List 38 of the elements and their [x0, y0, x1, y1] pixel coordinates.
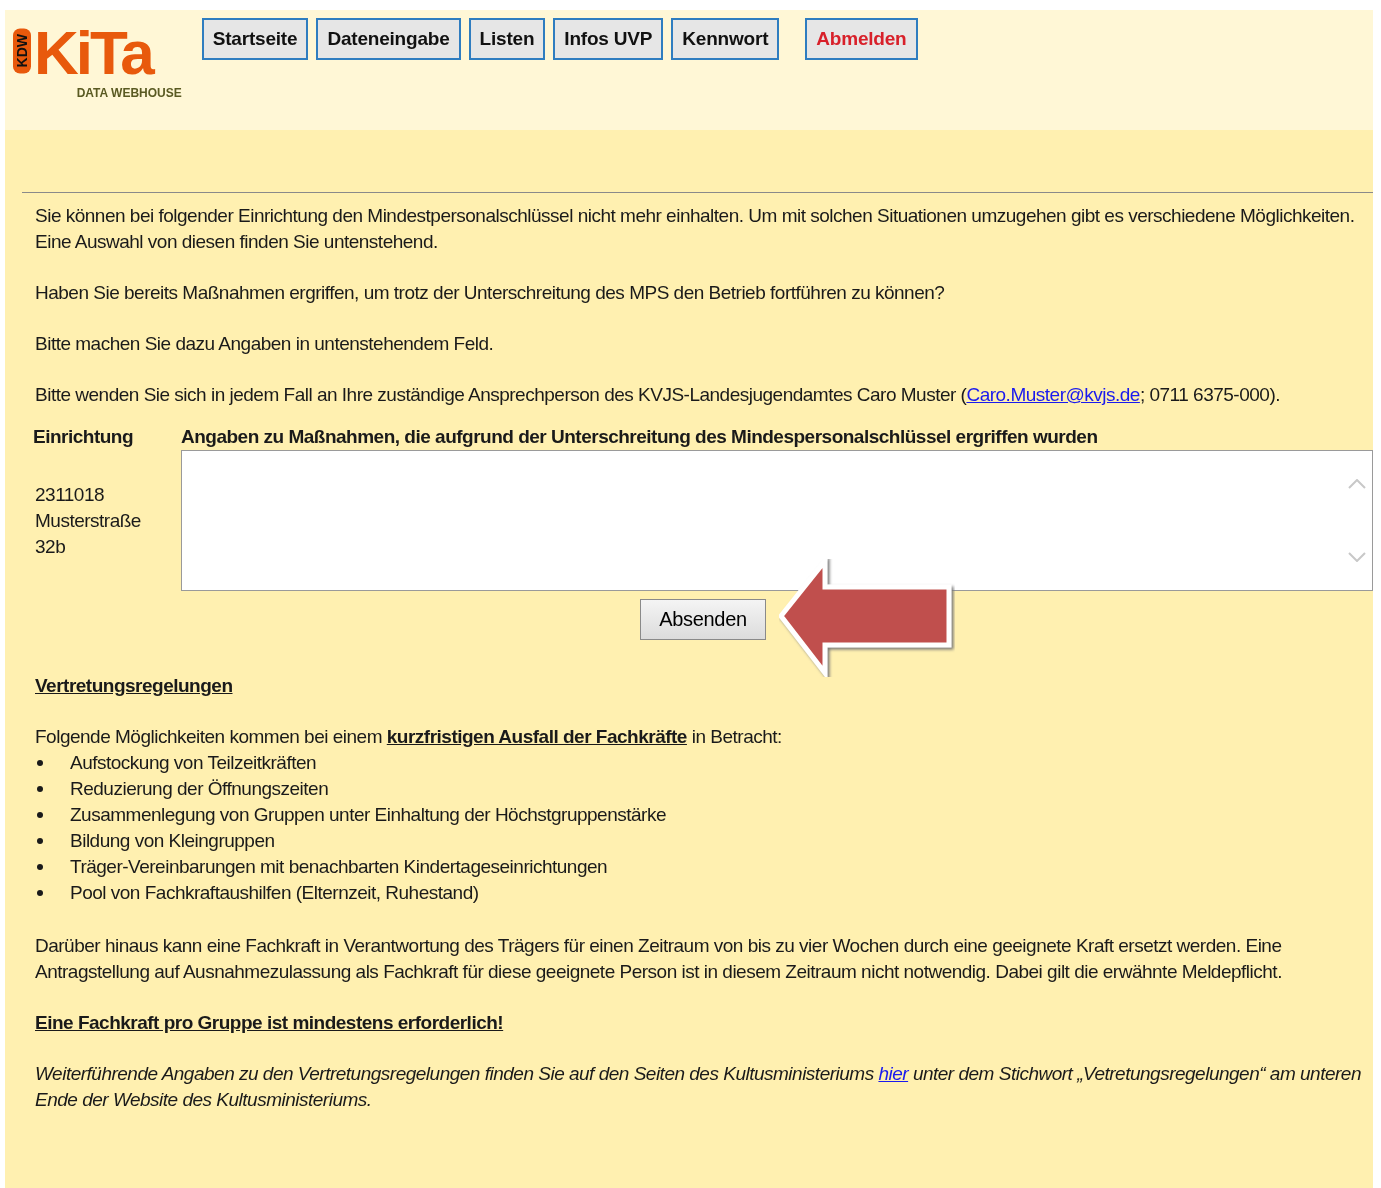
paragraph: Bitte machen Sie dazu Angaben in untenstehendem Feld. [35, 332, 495, 356]
facility-text: 2311018 [35, 482, 106, 507]
contact-paragraph: Bitte wenden Sie sich in jedem Fall an Ihre zuständige Ansprechperson des KVJS-Landesjugendamtes Caro Muster (Caro.Muster@kvjs.de; 0711 6375-000). [35, 383, 1281, 407]
paragraph: Haben Sie bereits Maßnahmen ergriffen, um trotz der Unterschreitung des MPS den Betrieb fortführen zu können? [35, 281, 946, 305]
nav-button[interactable]: Kennwort [671, 18, 780, 60]
email-link[interactable]: Caro.Muster@kvjs.de [966, 384, 1140, 405]
list-item-text: Reduzierung der Öffnungszeiten [70, 777, 329, 801]
note-paragraph: Weiterführende Angaben zu den Vertretungsregelungen finden Sie auf den Seiten des Kultusministeriums hier unter dem Stichwort „Vetretungsregelungen“ am unteren Ende der Website des Kultusministeriums. [35, 1062, 1362, 1112]
list-item-text: Aufstockung von Teilzeitkräften [70, 751, 317, 775]
logo-name: KiTa [34, 20, 152, 86]
bullet-icon [37, 864, 43, 870]
column-header: Angaben zu Maßnahmen, die aufgrund der Unterschreitung des Mindespersonalschlüssel ergriffen wurden [181, 425, 1099, 449]
logout-button[interactable]: Abmelden [805, 18, 918, 60]
paragraph: Darüber hinaus kann eine Fachkraft in Verantwortung des Trägers für einen Zeitraum von bis zu vier Wochen durch eine geeignete Kraft ersetzt werden. Eine Antragstellung auf Ausnahmezulassung als Fachkraft für diese geeignete Person ist in diesem Zeitraum nicht notwendig. Dabei gilt die erwähnte Meldepflicht. [35, 934, 1283, 984]
notice-text: Eine Fachkraft pro Gruppe ist mindestens erforderlich! [35, 1011, 505, 1035]
bullet-icon [37, 786, 43, 792]
list-item-text: Bildung von Kleingruppen [70, 829, 275, 853]
facility-text: 32b [35, 534, 67, 559]
nav-button[interactable]: Startseite [201, 18, 309, 60]
bullet-icon [37, 760, 43, 766]
paragraph: Sie können bei folgender Einrichtung den Mindestpersonalschlüssel nicht mehr einhalten. Um mit solchen Situationen umzugehen gibt es verschiedene Möglichkeiten. Eine Auswahl von diesen finden Sie untenstehend. [35, 204, 1356, 254]
bullet-icon [37, 838, 43, 844]
nav-button[interactable]: Dateneingabe [316, 18, 461, 60]
list-item-text: Pool von Fachkraftaushilfen (Elternzeit, Ruhestand) [70, 881, 479, 905]
nav-button[interactable]: Listen [468, 18, 546, 60]
lead-text: Folgende Möglichkeiten kommen bei einem kurzfristigen Ausfall der Fachkräfte in Betracht: [35, 725, 783, 749]
logo-tagline: DATA WEBHOUSE [76, 86, 182, 100]
submit-button[interactable]: Absenden [640, 599, 766, 640]
column-header: Einrichtung [33, 425, 135, 449]
section-heading: Vertretungsregelungen [35, 674, 234, 698]
nav-button[interactable]: Infos UVP [553, 18, 664, 60]
list-item-text: Zusammenlegung von Gruppen unter Einhaltung der Höchstgruppenstärke [70, 803, 666, 827]
logo-mark: KDW [13, 28, 31, 74]
bullet-icon [37, 890, 43, 896]
list-item-text: Träger-Vereinbarungen mit benachbarten Kindertageseinrichtungen [70, 855, 608, 879]
link[interactable]: hier [878, 1063, 909, 1084]
facility-text: Musterstraße [35, 508, 142, 533]
bullet-icon [37, 812, 43, 818]
